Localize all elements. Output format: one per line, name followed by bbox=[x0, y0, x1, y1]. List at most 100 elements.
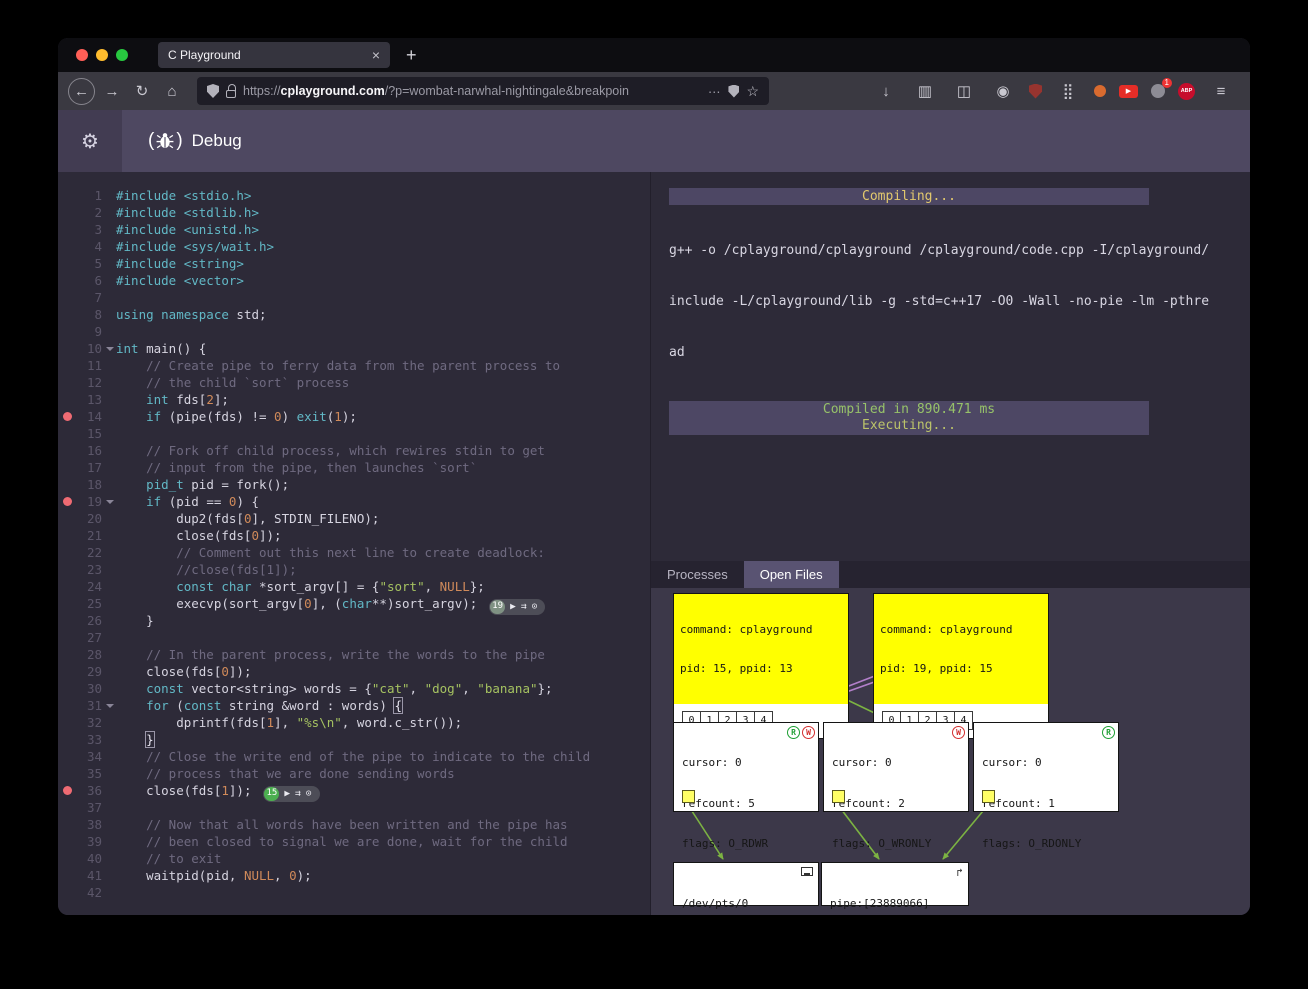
code-line: 34 // Close the write end of the pipe to… bbox=[58, 748, 650, 765]
breakpoint-gutter[interactable] bbox=[58, 612, 76, 629]
fold-chevron-icon[interactable] bbox=[102, 340, 116, 357]
url-bar[interactable]: https://cplayground.com/?p=wombat-narwha… bbox=[197, 77, 769, 105]
breakpoint-gutter[interactable] bbox=[58, 391, 76, 408]
run-speed-icon[interactable]: ⊙ bbox=[306, 789, 312, 799]
breakpoint-gutter[interactable] bbox=[58, 833, 76, 850]
breakpoint-gutter[interactable] bbox=[58, 697, 76, 714]
sidebar-icon[interactable]: ◫ bbox=[951, 78, 977, 104]
breakpoint-gutter[interactable] bbox=[58, 714, 76, 731]
breakpoint-gutter[interactable] bbox=[58, 289, 76, 306]
back-button[interactable]: ← bbox=[68, 78, 95, 105]
breakpoint-gutter[interactable] bbox=[58, 578, 76, 595]
step-icon[interactable]: ⇉ bbox=[295, 789, 301, 799]
compile-status: Compiling... bbox=[669, 188, 1149, 205]
breakpoint-dot[interactable] bbox=[58, 782, 76, 799]
breakpoint-gutter[interactable] bbox=[58, 731, 76, 748]
profile-icon[interactable]: ◉ bbox=[990, 78, 1016, 104]
step-icon[interactable]: ⇉ bbox=[521, 602, 527, 612]
library-icon[interactable]: ▥ bbox=[912, 78, 938, 104]
tracking-protection-icon[interactable] bbox=[728, 85, 739, 98]
breakpoint-gutter[interactable] bbox=[58, 340, 76, 357]
tab-open-files[interactable]: Open Files bbox=[744, 561, 839, 588]
breakpoint-gutter[interactable] bbox=[58, 816, 76, 833]
breakpoint-gutter[interactable] bbox=[58, 221, 76, 238]
page-actions-icon[interactable]: ⋯ bbox=[708, 84, 722, 99]
run-speed-icon[interactable]: ⊙ bbox=[532, 602, 538, 612]
line-number: 36 bbox=[76, 782, 102, 799]
download-icon[interactable]: ↓ bbox=[873, 78, 899, 104]
breakpoint-dot[interactable] bbox=[58, 493, 76, 510]
code-line: 15 bbox=[58, 425, 650, 442]
reload-button[interactable]: ↻ bbox=[129, 78, 155, 104]
breakpoint-gutter[interactable] bbox=[58, 306, 76, 323]
breakpoint-gutter[interactable] bbox=[58, 374, 76, 391]
breakpoint-gutter[interactable] bbox=[58, 527, 76, 544]
extension-bars-icon[interactable]: ⣿ bbox=[1055, 78, 1081, 104]
notification-icon[interactable]: 1 bbox=[1151, 84, 1165, 98]
new-tab-button[interactable]: + bbox=[406, 45, 417, 66]
fold-gutter bbox=[102, 272, 116, 289]
breakpoint-gutter[interactable] bbox=[58, 425, 76, 442]
code-line: 30 const vector<string> words = {"cat", … bbox=[58, 680, 650, 697]
breakpoint-gutter[interactable] bbox=[58, 765, 76, 782]
code-editor[interactable]: 1#include <stdio.h>2#include <stdlib.h>3… bbox=[58, 172, 650, 915]
fold-chevron-icon[interactable] bbox=[102, 697, 116, 714]
breakpoint-gutter[interactable] bbox=[58, 629, 76, 646]
notification-badge: 1 bbox=[1162, 78, 1172, 88]
fold-chevron-icon[interactable] bbox=[102, 493, 116, 510]
breakpoint-gutter[interactable] bbox=[58, 187, 76, 204]
tab-processes[interactable]: Processes bbox=[651, 561, 744, 588]
close-window-button[interactable] bbox=[76, 49, 88, 61]
breakpoint-gutter[interactable] bbox=[58, 272, 76, 289]
code-text: #include <string> bbox=[116, 255, 650, 272]
ublock-icon[interactable] bbox=[1029, 84, 1042, 99]
minimize-window-button[interactable] bbox=[96, 49, 108, 61]
breakpoint-gutter[interactable] bbox=[58, 850, 76, 867]
breakpoint-gutter[interactable] bbox=[58, 459, 76, 476]
settings-button[interactable]: ⚙ bbox=[58, 110, 122, 172]
tab-close-icon[interactable]: × bbox=[364, 47, 380, 63]
breakpoint-gutter[interactable] bbox=[58, 561, 76, 578]
code-line: 6#include <vector> bbox=[58, 272, 650, 289]
process-header: command: cplayground pid: 19, ppid: 15 bbox=[874, 594, 1048, 704]
youtube-icon[interactable]: ▶ bbox=[1119, 85, 1138, 98]
browser-tab[interactable]: C Playground × bbox=[158, 42, 390, 68]
breakpoint-gutter[interactable] bbox=[58, 476, 76, 493]
breakpoint-gutter[interactable] bbox=[58, 748, 76, 765]
breakpoint-gutter[interactable] bbox=[58, 663, 76, 680]
breakpoint-gutter[interactable] bbox=[58, 867, 76, 884]
breakpoint-gutter[interactable] bbox=[58, 204, 76, 221]
shield-permissions-icon[interactable] bbox=[207, 84, 219, 98]
continue-icon[interactable]: ▶ bbox=[284, 789, 290, 799]
breakpoint-gutter[interactable] bbox=[58, 442, 76, 459]
continue-icon[interactable]: ▶ bbox=[510, 602, 516, 612]
forward-button[interactable]: → bbox=[99, 78, 125, 104]
extension-dot-icon[interactable] bbox=[1094, 85, 1106, 97]
home-button[interactable]: ⌂ bbox=[159, 78, 185, 104]
file-description-box: cursor: 0 refcount: 2 flags: O_WRONLY W bbox=[823, 722, 969, 812]
code-line: 42 bbox=[58, 884, 650, 901]
pipe-icon: ↱ bbox=[956, 867, 963, 878]
breakpoint-gutter[interactable] bbox=[58, 680, 76, 697]
breakpoint-gutter[interactable] bbox=[58, 510, 76, 527]
bookmark-star-icon[interactable]: ☆ bbox=[746, 83, 759, 100]
code-text: #include <sys/wait.h> bbox=[116, 238, 650, 255]
line-number: 12 bbox=[76, 374, 102, 391]
line-number: 28 bbox=[76, 646, 102, 663]
breakpoint-gutter[interactable] bbox=[58, 357, 76, 374]
breakpoint-gutter[interactable] bbox=[58, 544, 76, 561]
breakpoint-gutter[interactable] bbox=[58, 646, 76, 663]
breakpoint-dot[interactable] bbox=[58, 408, 76, 425]
breakpoint-gutter[interactable] bbox=[58, 884, 76, 901]
breakpoint-gutter[interactable] bbox=[58, 799, 76, 816]
menu-icon[interactable]: ≡ bbox=[1208, 78, 1234, 104]
breakpoint-gutter[interactable] bbox=[58, 595, 76, 612]
terminal-output[interactable]: Compiling... g++ -o /cplayground/cplaygr… bbox=[651, 172, 1250, 561]
zoom-window-button[interactable] bbox=[116, 49, 128, 61]
breakpoint-gutter[interactable] bbox=[58, 255, 76, 272]
code-line: 8using namespace std; bbox=[58, 306, 650, 323]
breakpoint-gutter[interactable] bbox=[58, 323, 76, 340]
bug-icon bbox=[156, 132, 174, 150]
abp-icon[interactable]: ABP bbox=[1178, 83, 1195, 100]
breakpoint-gutter[interactable] bbox=[58, 238, 76, 255]
